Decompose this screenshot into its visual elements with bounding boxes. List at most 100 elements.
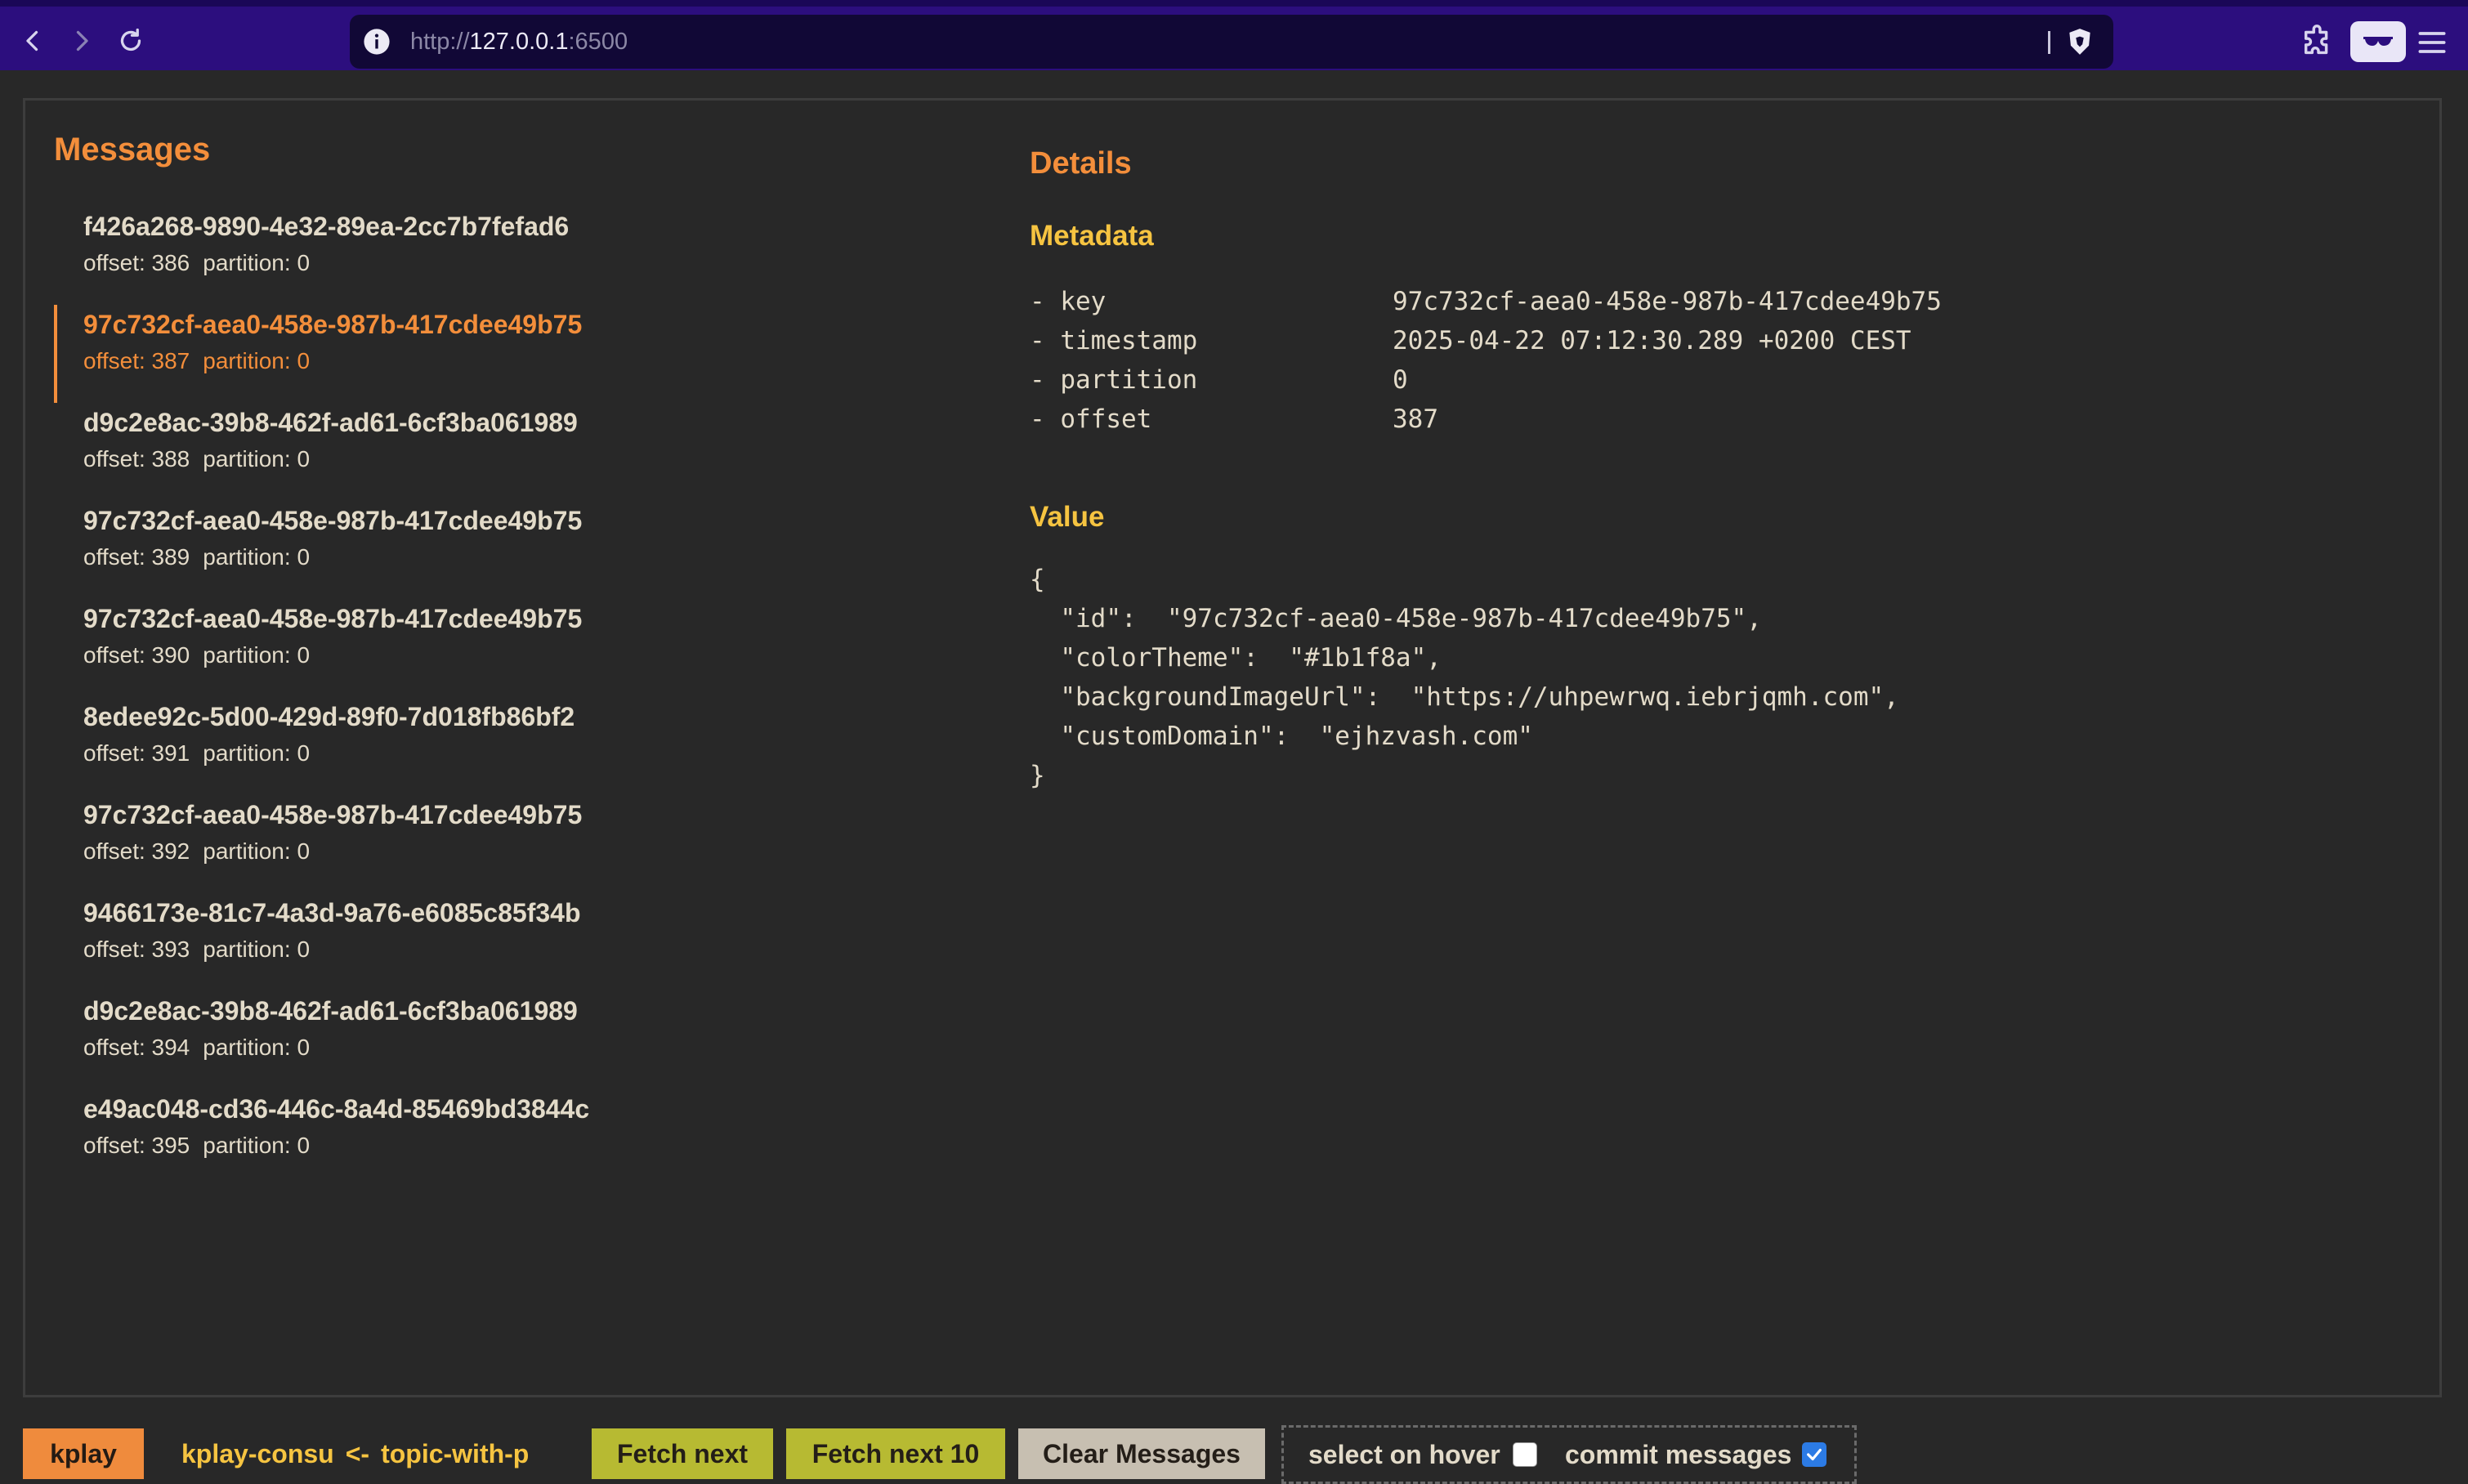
message-offset: offset: 386 — [83, 250, 190, 275]
message-list-item[interactable]: e49ac048-cd36-446c-8a4d-85469bd3844c offs… — [54, 1089, 994, 1187]
metadata-row: - partition 0 — [1030, 365, 2092, 405]
metadata-heading: Metadata — [1030, 220, 1154, 252]
url-text: http://127.0.0.1:6500 — [410, 15, 628, 69]
message-offset: offset: 392 — [83, 838, 190, 864]
message-partition: partition: 0 — [203, 740, 311, 766]
message-key: d9c2e8ac-39b8-462f-ad61-6cf3ba061989 — [83, 408, 578, 437]
fetch-next-10-button[interactable]: Fetch next 10 — [786, 1428, 1005, 1479]
main-panel: Messages f426a268-9890-4e32-89ea-2cc7b7f… — [23, 98, 2442, 1397]
message-meta: offset: 395 partition: 0 — [83, 1133, 994, 1159]
message-list: f426a268-9890-4e32-89ea-2cc7b7fefad6 offs… — [54, 207, 994, 1187]
json-line: { — [1030, 565, 1045, 594]
profile-button[interactable] — [2350, 21, 2406, 62]
message-meta: offset: 392 partition: 0 — [83, 838, 994, 865]
message-partition: partition: 0 — [203, 544, 311, 570]
menu-icon[interactable] — [2414, 25, 2450, 60]
message-meta: offset: 387 partition: 0 — [83, 348, 994, 374]
metadata-value: 387 — [1393, 405, 1438, 434]
message-key: f426a268-9890-4e32-89ea-2cc7b7fefad6 — [83, 212, 570, 241]
metadata-label: - partition — [1030, 365, 1198, 395]
message-list-item[interactable]: 97c732cf-aea0-458e-987b-417cdee49b75 offs… — [54, 599, 994, 697]
topic-name: topic-with-p — [381, 1439, 530, 1468]
consumer-topic-info: kplay-consu <- topic-with-p — [181, 1428, 529, 1479]
metadata-row: - timestamp 2025-04-22 07:12:30.289 +0200… — [1030, 326, 2092, 365]
message-key: 97c732cf-aea0-458e-987b-417cdee49b75 — [83, 310, 583, 339]
message-list-item[interactable]: 8edee92c-5d00-429d-89f0-7d018fb86bf2 offs… — [54, 697, 994, 795]
brave-shield-icon[interactable] — [2064, 26, 2095, 57]
select-on-hover-checkbox[interactable] — [1513, 1442, 1537, 1467]
address-bar[interactable]: http://127.0.0.1:6500 — [350, 15, 2113, 69]
message-list-item[interactable]: 97c732cf-aea0-458e-987b-417cdee49b75 offs… — [54, 795, 994, 893]
message-key: 8edee92c-5d00-429d-89f0-7d018fb86bf2 — [83, 702, 575, 731]
message-meta: offset: 389 partition: 0 — [83, 544, 994, 570]
commit-messages-checkbox[interactable] — [1802, 1442, 1826, 1467]
reload-button[interactable] — [108, 18, 154, 64]
clear-messages-button[interactable]: Clear Messages — [1018, 1428, 1265, 1479]
message-partition: partition: 0 — [203, 348, 311, 373]
message-key: 97c732cf-aea0-458e-987b-417cdee49b75 — [83, 506, 583, 535]
metadata-label: - offset — [1030, 405, 1152, 434]
fetch-next-button[interactable]: Fetch next — [592, 1428, 773, 1479]
chevron-left-icon — [26, 30, 38, 51]
app-name-badge: kplay — [23, 1428, 144, 1479]
message-partition: partition: 0 — [203, 1133, 311, 1158]
message-meta: offset: 390 partition: 0 — [83, 642, 994, 668]
extensions-icon[interactable] — [2300, 23, 2337, 60]
json-line: "backgroundImageUrl": "https://uhpewrwq.… — [1030, 682, 1899, 712]
json-line: "colorTheme": "#1b1f8a", — [1030, 643, 1442, 673]
message-list-item[interactable]: d9c2e8ac-39b8-462f-ad61-6cf3ba061989 offs… — [54, 991, 994, 1089]
message-key: 97c732cf-aea0-458e-987b-417cdee49b75 — [83, 800, 583, 829]
message-key: 9466173e-81c7-4a3d-9a76-e6085c85f34b — [83, 898, 581, 928]
arrow: <- — [345, 1439, 370, 1468]
message-offset: offset: 394 — [83, 1035, 190, 1060]
metadata-table: - key 97c732cf-aea0-458e-987b-417cdee49b7… — [1030, 287, 2092, 444]
value-json: { "id": "97c732cf-aea0-458e-987b-417cdee… — [1030, 565, 1899, 800]
message-list-item[interactable]: d9c2e8ac-39b8-462f-ad61-6cf3ba061989 offs… — [54, 403, 994, 501]
message-meta: offset: 391 partition: 0 — [83, 740, 994, 767]
messages-heading: Messages — [54, 132, 211, 168]
message-offset: offset: 387 — [83, 348, 190, 373]
back-button[interactable] — [10, 18, 56, 64]
message-meta: offset: 393 partition: 0 — [83, 936, 994, 963]
message-offset: offset: 390 — [83, 642, 190, 668]
message-list-item[interactable]: f426a268-9890-4e32-89ea-2cc7b7fefad6 offs… — [54, 207, 994, 305]
message-offset: offset: 391 — [83, 740, 190, 766]
message-key: 97c732cf-aea0-458e-987b-417cdee49b75 — [83, 604, 583, 633]
message-partition: partition: 0 — [203, 1035, 311, 1060]
consumer-group: kplay-consu — [181, 1439, 334, 1468]
metadata-row: - key 97c732cf-aea0-458e-987b-417cdee49b7… — [1030, 287, 2092, 326]
message-offset: offset: 395 — [83, 1133, 190, 1158]
reload-icon — [120, 28, 141, 51]
metadata-value: 97c732cf-aea0-458e-987b-417cdee49b75 — [1393, 287, 1942, 316]
private-glasses-icon — [2363, 37, 2393, 46]
message-meta: offset: 386 partition: 0 — [83, 250, 994, 276]
details-heading: Details — [1030, 146, 1132, 181]
message-offset: offset: 388 — [83, 446, 190, 472]
browser-toolbar: http://127.0.0.1:6500 — [0, 0, 2468, 70]
metadata-value: 0 — [1393, 365, 1408, 395]
metadata-label: - timestamp — [1030, 326, 1198, 355]
message-list-item[interactable]: 9466173e-81c7-4a3d-9a76-e6085c85f34b offs… — [54, 893, 994, 991]
message-key: d9c2e8ac-39b8-462f-ad61-6cf3ba061989 — [83, 996, 578, 1026]
message-partition: partition: 0 — [203, 250, 311, 275]
metadata-label: - key — [1030, 287, 1107, 316]
message-partition: partition: 0 — [203, 446, 311, 472]
forward-button[interactable] — [59, 18, 105, 64]
options-box: select on hover commit messages — [1281, 1425, 1857, 1484]
message-key: e49ac048-cd36-446c-8a4d-85469bd3844c — [83, 1094, 590, 1124]
message-list-item[interactable]: 97c732cf-aea0-458e-987b-417cdee49b75 offs… — [54, 501, 994, 599]
message-partition: partition: 0 — [203, 642, 311, 668]
message-meta: offset: 394 partition: 0 — [83, 1035, 994, 1061]
message-partition: partition: 0 — [203, 838, 311, 864]
bottom-toolbar: kplay kplay-consu <- topic-with-p Fetch ne… — [0, 1422, 2468, 1484]
chevron-right-icon — [76, 30, 88, 51]
value-heading: Value — [1030, 501, 1105, 533]
url-divider — [2048, 31, 2050, 54]
json-line: "id": "97c732cf-aea0-458e-987b-417cdee49… — [1030, 604, 1762, 633]
json-line: } — [1030, 761, 1045, 790]
url-scheme: http:// — [410, 29, 470, 55]
url-port: :6500 — [568, 29, 628, 55]
message-list-item[interactable]: 97c732cf-aea0-458e-987b-417cdee49b75 offs… — [54, 305, 994, 403]
select-on-hover-label: select on hover — [1308, 1440, 1500, 1469]
info-icon[interactable] — [363, 28, 391, 56]
